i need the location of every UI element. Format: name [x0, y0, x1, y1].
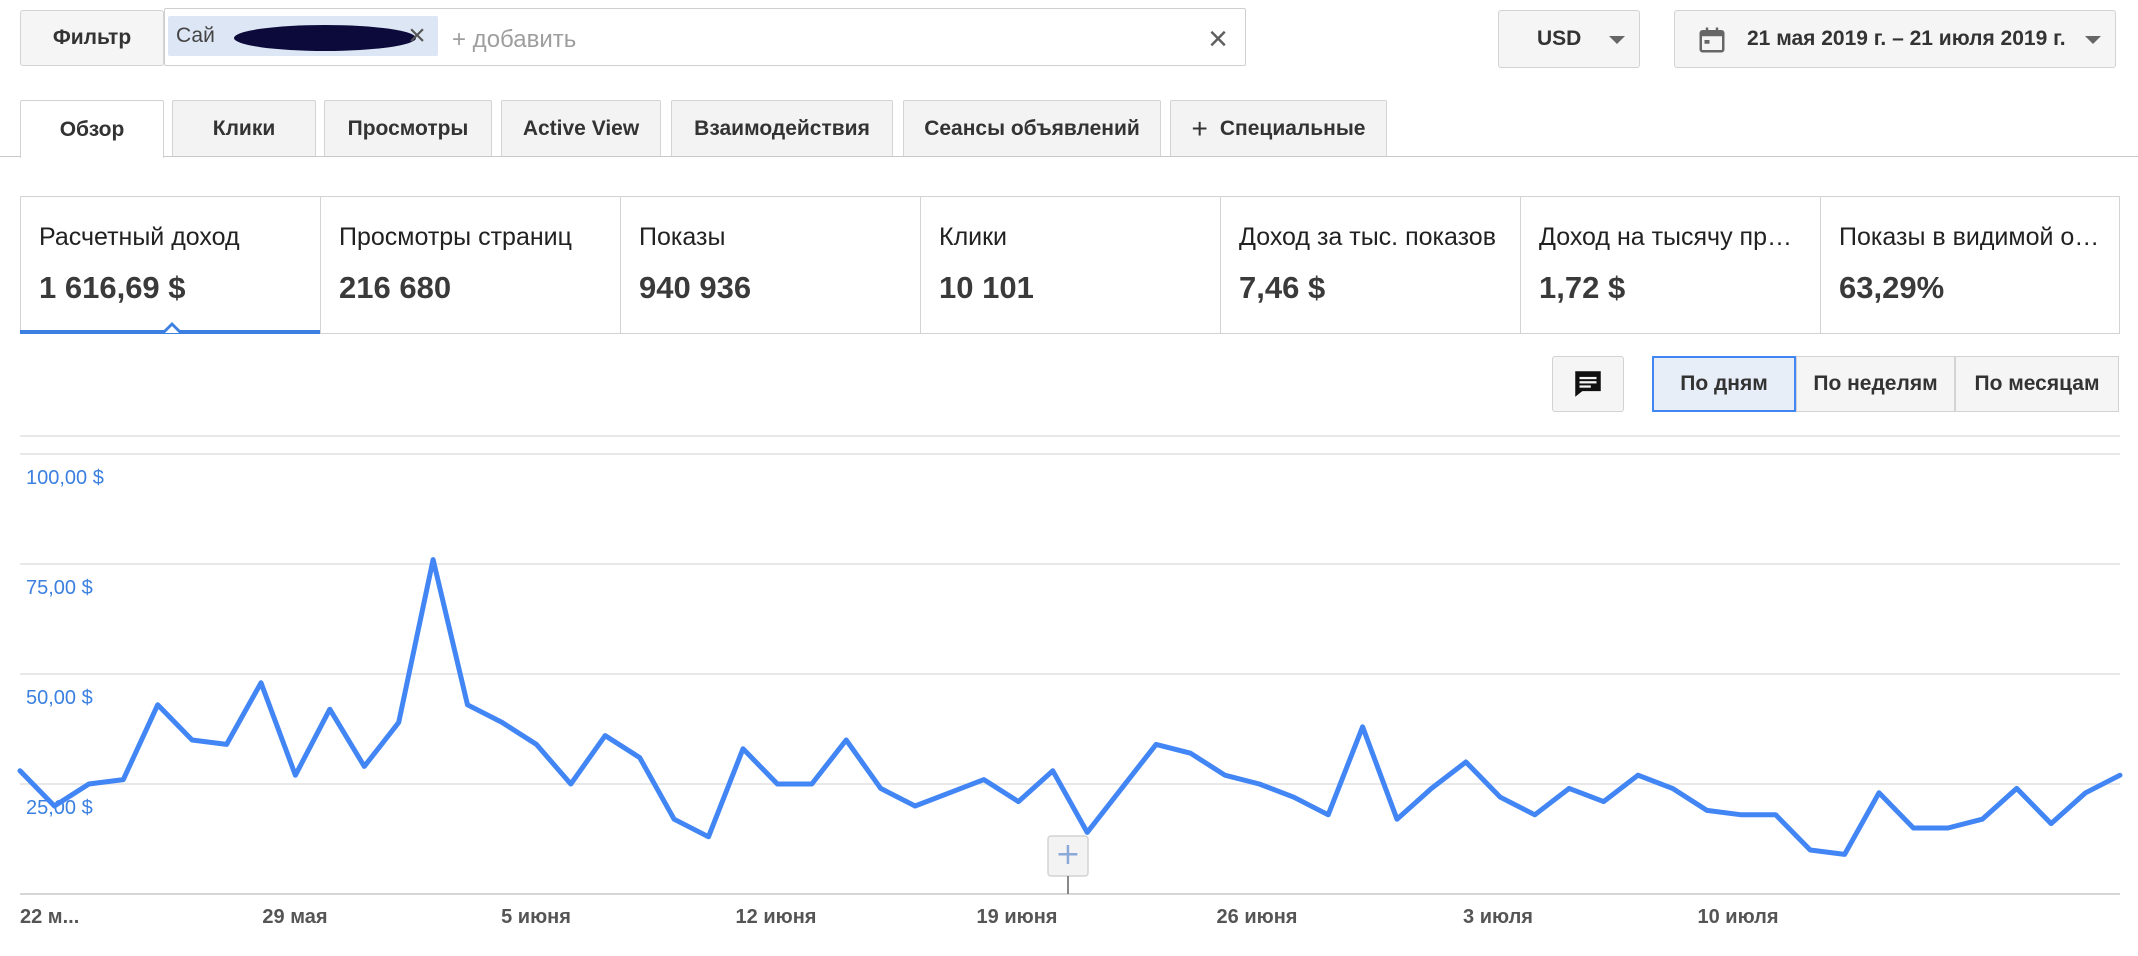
y-tick-label: 100,00 $	[26, 467, 104, 489]
kpi-impression-rpm[interactable]: Доход за тыс. показов 7,46 $	[1221, 197, 1521, 333]
tabs-divider	[0, 156, 2138, 157]
currency-value: USD	[1537, 27, 1582, 50]
chevron-down-icon	[2085, 36, 2101, 44]
kpi-value: 1,72 $	[1539, 270, 1626, 305]
x-tick-label: 19 июня	[977, 906, 1058, 928]
x-tick-label: 26 июня	[1217, 906, 1298, 928]
x-tick-label: 12 июня	[736, 906, 817, 928]
x-tick-label: 3 июля	[1463, 906, 1533, 928]
kpi-value: 63,29%	[1839, 270, 1945, 305]
kpi-value: 7,46 $	[1239, 270, 1326, 305]
tab-interactions[interactable]: Взаимодействия	[671, 100, 893, 156]
kpi-value: 1 616,69 $	[39, 270, 186, 305]
tab-clicks[interactable]: Клики	[172, 100, 316, 156]
kpi-value: 216 680	[339, 270, 452, 305]
filter-chip-label: Сай	[176, 24, 215, 47]
annotations-button[interactable]	[1552, 356, 1624, 412]
tab-custom-label: Специальные	[1219, 116, 1366, 140]
x-tick-label: 5 июня	[501, 906, 571, 928]
kpi-page-rpm[interactable]: Доход на тысячу просмотров 1,72 $	[1521, 197, 1821, 333]
kpi-estimated-revenue[interactable]: Расчетный доход 1 616,69 $	[21, 197, 321, 333]
kpi-label: Расчетный доход	[39, 223, 240, 251]
series-line	[17, 557, 2123, 857]
filter-chip[interactable]: Сай	[168, 16, 438, 56]
kpi-value: 940 936	[639, 270, 752, 305]
kpi-label: Показы в видимой области	[1839, 223, 2101, 251]
x-tick-label: 22 м...	[20, 906, 79, 928]
kpi-label: Просмотры страниц	[339, 223, 572, 251]
granularity-day[interactable]: По дням	[1652, 356, 1796, 412]
redacted-mark	[234, 25, 416, 51]
kpi-label: Доход на тысячу просмотров	[1539, 223, 1802, 251]
kpi-value: 10 101	[939, 270, 1034, 305]
filter-button[interactable]: Фильтр	[20, 10, 164, 66]
clear-filter-icon[interactable]: ×	[1198, 20, 1238, 58]
tab-views[interactable]: Просмотры	[324, 100, 492, 156]
tab-overview[interactable]: Обзор	[20, 100, 164, 158]
add-filter-input[interactable]	[450, 22, 950, 58]
x-tick-label: 29 мая	[262, 906, 327, 928]
kpi-impressions[interactable]: Показы 940 936	[621, 197, 921, 333]
kpi-viewability[interactable]: Показы в видимой области 63,29%	[1821, 197, 2119, 333]
comment-icon	[1575, 371, 1601, 397]
date-range-label: 21 мая 2019 г. – 21 июля 2019 г.	[1747, 27, 2066, 50]
kpi-selected-notch-inner	[165, 326, 179, 333]
chip-close-icon[interactable]: ×	[400, 18, 434, 54]
granularity-week[interactable]: По неделям	[1796, 356, 1955, 412]
revenue-line-chart: 25,00 $50,00 $75,00 $100,00 $ 22 м... 29 …	[17, 435, 2123, 928]
kpi-page-views[interactable]: Просмотры страниц 216 680	[321, 197, 621, 333]
tab-ad-sessions[interactable]: Сеансы объявлений	[903, 100, 1161, 156]
tab-active-view[interactable]: Active View	[501, 100, 661, 156]
plus-icon: +	[1055, 837, 1080, 872]
kpi-label: Доход за тыс. показов	[1239, 223, 1496, 251]
granularity-month[interactable]: По месяцам	[1955, 356, 2119, 412]
x-tick-label: 10 июля	[1697, 906, 1778, 928]
kpi-label: Клики	[939, 223, 1008, 251]
calendar-icon	[1699, 27, 1725, 53]
currency-select[interactable]: USD	[1498, 10, 1640, 68]
kpi-label: Показы	[639, 223, 726, 251]
kpi-clicks[interactable]: Клики 10 101	[921, 197, 1221, 333]
tab-custom[interactable]: + Специальные	[1170, 100, 1387, 156]
y-tick-label: 50,00 $	[26, 687, 93, 709]
annotation-add-marker[interactable]: +	[1047, 835, 1089, 894]
plus-icon: +	[1191, 112, 1208, 144]
date-range-picker[interactable]: 21 мая 2019 г. – 21 июля 2019 г.	[1674, 10, 2116, 68]
y-tick-label: 75,00 $	[26, 577, 93, 599]
chevron-down-icon	[1609, 36, 1625, 44]
